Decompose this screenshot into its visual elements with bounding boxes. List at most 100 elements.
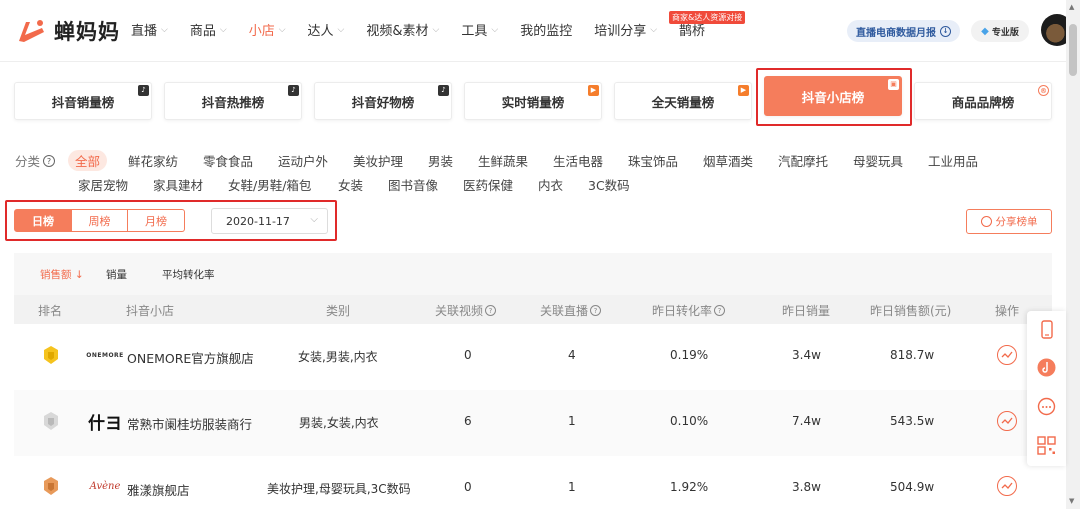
sort-bar: 销售额 ↓ 销量 平均转化率 — [14, 253, 1052, 295]
category-chip[interactable]: 男装 — [428, 151, 453, 170]
table-row[interactable]: 什ヨ 常熟市阑桂坊服装商行 男装,女装,内衣 6 1 0.10% 7.4w 54… — [14, 390, 1052, 456]
qr-code-icon[interactable] — [1037, 436, 1056, 455]
tab-label: 抖音销量榜 — [51, 94, 115, 110]
tab-douyin-hot[interactable]: 抖音热推榜 ♪ — [164, 82, 302, 120]
nav-shop[interactable]: 小店 ⌵ — [249, 20, 286, 39]
nav-tools[interactable]: 工具 ⌵ — [461, 20, 498, 39]
category-chip[interactable]: 烟草酒类 — [703, 151, 753, 170]
category-chip[interactable]: 美妆护理 — [353, 151, 403, 170]
related-lives: 4 — [568, 348, 576, 362]
help-icon[interactable]: ? — [714, 305, 726, 316]
page-scrollbar[interactable]: ▲ ▼ — [1066, 0, 1080, 509]
col-videos[interactable]: 关联视频? — [435, 302, 497, 319]
gold-medal-icon — [44, 346, 58, 364]
nav-goods[interactable]: 商品 ⌵ — [190, 20, 227, 39]
sort-avg-conversion[interactable]: 平均转化率 — [162, 267, 215, 282]
top-nav: 蝉妈妈 直播 ⌵ 商品 ⌵ 小店 ⌵ 达人 ⌵ 视频&素材 ⌵ 工具 ⌵ 我的监控 培训分享… — [0, 0, 1073, 62]
category-chip[interactable]: 鲜花家纺 — [128, 151, 178, 170]
conversion-rate: 1.92% — [670, 480, 709, 494]
help-icon[interactable]: ? — [590, 305, 602, 316]
tab-label: 全天销量榜 — [651, 94, 715, 110]
nav-video-material[interactable]: 视频&素材 ⌵ — [366, 20, 439, 39]
tab-brand[interactable]: 商品品牌榜 ® — [914, 82, 1052, 120]
category-chip[interactable]: 汽配摩托 — [778, 151, 828, 170]
related-lives: 1 — [568, 480, 576, 494]
trend-chart-icon[interactable] — [997, 476, 1017, 496]
sales-amount: 818.7w — [890, 348, 935, 362]
category-chip[interactable]: 女鞋/男鞋/箱包 — [228, 175, 311, 194]
bridge-badge: 商家&达人资源对接 — [669, 11, 746, 24]
tab-douyin-goods[interactable]: 抖音好物榜 ♪ — [314, 82, 452, 120]
category-chip[interactable]: 女装 — [338, 175, 363, 194]
tab-allday-sales[interactable]: 全天销量榜 ▶ — [614, 82, 752, 120]
category-label-text: 分类 — [15, 154, 41, 169]
table-row[interactable]: Avène 雅漾旗舰店 美妆护理,母婴玩具,3C数码 0 1 1.92% 3.8… — [14, 456, 1052, 509]
brand-logo[interactable]: 蝉妈妈 — [16, 16, 120, 46]
chevron-down-icon: ⌵ — [337, 24, 345, 35]
scroll-down-arrow-icon[interactable]: ▼ — [1069, 497, 1074, 505]
related-videos: 0 — [464, 480, 472, 494]
share-ranking-button[interactable]: 分享榜单 — [966, 209, 1052, 234]
category-chip[interactable]: 家具建材 — [153, 175, 203, 194]
category-chip[interactable]: 零食食品 — [203, 151, 253, 170]
conversion-rate: 0.19% — [670, 348, 709, 362]
live-icon: ▶ — [738, 85, 749, 96]
shop-name-link[interactable]: 雅漾旗舰店 — [127, 480, 190, 499]
nav-influencer-label: 达人 — [307, 24, 334, 39]
live-icon: ▶ — [588, 85, 599, 96]
nav-training[interactable]: 培训分享 ⌵ — [594, 20, 657, 39]
brand-icon: ® — [1038, 85, 1049, 96]
category-chip[interactable]: 医药保健 — [463, 175, 513, 194]
shop-name-link[interactable]: ONEMORE官方旗舰店 — [127, 348, 254, 367]
scroll-up-arrow-icon[interactable]: ▲ — [1069, 3, 1074, 11]
tiktok-icon[interactable] — [1037, 358, 1056, 377]
category-chip[interactable]: 生活电器 — [553, 151, 603, 170]
nav-video-label: 视频&素材 — [366, 24, 429, 39]
col-conversion[interactable]: 昨日转化率? — [652, 302, 726, 319]
table-row[interactable]: ONEMORE ONEMORE官方旗舰店 女装,男装,内衣 0 4 0.19% … — [14, 324, 1052, 390]
monthly-report-button[interactable]: 直播电商数据月报 ↓ — [847, 20, 960, 42]
sort-sales-amount[interactable]: 销售额 ↓ — [40, 267, 84, 282]
share-label: 分享榜单 — [995, 216, 1038, 228]
category-chip[interactable]: 运动户外 — [278, 151, 328, 170]
nav-shop-label: 小店 — [248, 24, 275, 39]
category-chip[interactable]: 工业用品 — [928, 151, 978, 170]
trend-chart-icon[interactable] — [997, 411, 1017, 431]
sales-volume: 7.4w — [792, 414, 821, 428]
shop-category: 女装,男装,内衣 — [298, 350, 378, 364]
category-chip[interactable]: 3C数码 — [588, 175, 630, 194]
report-label: 直播电商数据月报 — [856, 27, 936, 39]
help-icon[interactable]: ? — [43, 154, 56, 167]
chevron-down-icon: ⌵ — [491, 24, 499, 35]
chevron-down-icon: ⌵ — [278, 24, 286, 35]
col-videos-label: 关联视频 — [435, 304, 484, 318]
category-chip[interactable]: 内衣 — [538, 175, 563, 194]
shop-category: 男装,女装,内衣 — [299, 416, 379, 430]
nav-monitor-label: 我的监控 — [520, 24, 573, 39]
help-icon[interactable]: ? — [485, 305, 497, 316]
shop-name-link[interactable]: 常熟市阑桂坊服装商行 — [127, 414, 252, 433]
category-chip[interactable]: 生鲜蔬果 — [478, 151, 528, 170]
pro-version-button[interactable]: ◆ 专业版 — [971, 20, 1029, 42]
category-chip[interactable]: 全部 — [68, 150, 108, 171]
category-chip[interactable]: 珠宝饰品 — [628, 151, 678, 170]
shop-logo-text: Avène — [89, 480, 121, 492]
nav-live[interactable]: 直播 ⌵ — [131, 20, 168, 39]
download-icon: ↓ — [940, 25, 951, 37]
trend-chart-icon[interactable] — [997, 345, 1017, 365]
category-chip[interactable]: 图书音像 — [388, 175, 438, 194]
chat-icon[interactable] — [1037, 397, 1056, 416]
nav-monitor[interactable]: 我的监控 — [520, 20, 572, 39]
category-chip[interactable]: 母婴玩具 — [853, 151, 903, 170]
sales-amount: 504.9w — [890, 480, 935, 494]
scroll-thumb[interactable] — [1069, 24, 1077, 76]
sort-label: 销售额 — [40, 269, 72, 281]
tab-realtime-sales[interactable]: 实时销量榜 ▶ — [464, 82, 602, 120]
category-chip[interactable]: 家居宠物 — [78, 175, 128, 194]
nav-influencer[interactable]: 达人 ⌵ — [308, 20, 345, 39]
col-lives[interactable]: 关联直播? — [540, 302, 602, 319]
mobile-phone-icon[interactable] — [1037, 320, 1056, 339]
sort-sales-volume[interactable]: 销量 — [106, 267, 127, 282]
sales-volume: 3.4w — [792, 348, 821, 362]
tab-douyin-sales[interactable]: 抖音销量榜 ♪ — [14, 82, 152, 120]
